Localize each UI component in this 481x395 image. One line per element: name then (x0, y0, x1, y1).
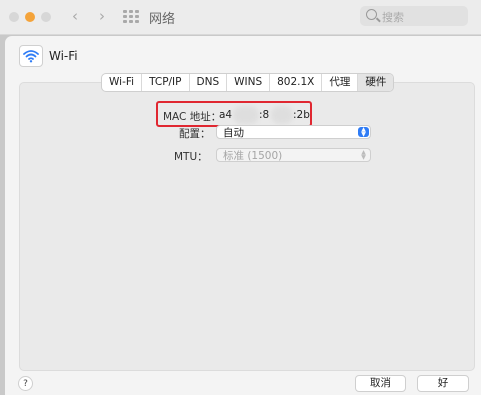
stepper-icon: ▲ ▼ (358, 127, 369, 138)
window-titlebar: ‹ › 网络 搜索 (0, 0, 481, 35)
back-icon[interactable]: ‹ (72, 8, 78, 24)
tab-tcpip[interactable]: TCP/IP (142, 74, 190, 91)
config-label: 配置： (179, 128, 211, 140)
window-title: 网络 (149, 12, 176, 27)
mac-highlight-box (156, 101, 312, 127)
forward-icon[interactable]: › (99, 8, 105, 24)
ok-button[interactable]: 好 (417, 375, 469, 392)
search-input[interactable]: 搜索 (360, 6, 468, 26)
zoom-window-button[interactable] (41, 12, 51, 22)
tab-proxy[interactable]: 代理 (322, 74, 359, 91)
tab-wifi[interactable]: Wi-Fi (102, 74, 143, 91)
config-select[interactable]: 自动 ▲ ▼ (216, 125, 371, 139)
search-icon (366, 9, 377, 20)
search-placeholder: 搜索 (382, 11, 404, 24)
mtu-select: 标准 (1500) ▲ ▼ (216, 148, 371, 162)
cancel-button[interactable]: 取消 (355, 375, 406, 392)
minimize-window-button[interactable] (25, 12, 35, 22)
service-name: Wi-Fi (49, 49, 78, 63)
close-window-button[interactable] (9, 12, 19, 22)
tab-wins[interactable]: WINS (227, 74, 271, 91)
tab-bar: Wi-Fi TCP/IP DNS WINS 802.1X 代理 硬件 (101, 73, 395, 92)
grid-icon[interactable] (123, 10, 140, 23)
mtu-value: 标准 (1500) (223, 150, 283, 162)
help-button[interactable]: ? (18, 376, 33, 391)
tab-dns[interactable]: DNS (190, 74, 228, 91)
stepper-icon: ▲ ▼ (361, 149, 366, 161)
tab-8021x[interactable]: 802.1X (270, 74, 323, 91)
mtu-label: MTU： (174, 151, 208, 163)
config-value: 自动 (223, 127, 244, 139)
wifi-icon (19, 45, 43, 67)
network-sheet: Wi-Fi Wi-Fi TCP/IP DNS WINS 802.1X 代理 硬件… (5, 36, 481, 395)
tab-hardware[interactable]: 硬件 (358, 74, 394, 91)
